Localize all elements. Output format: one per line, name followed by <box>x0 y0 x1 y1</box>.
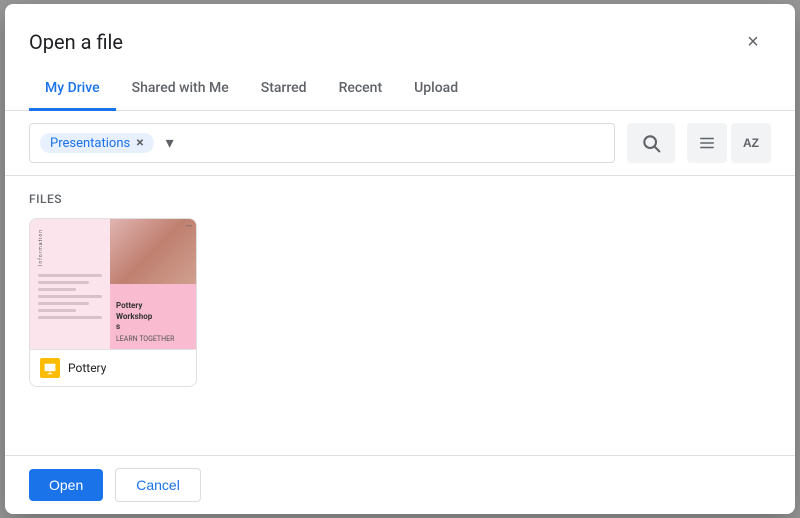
tab-starred[interactable]: Starred <box>245 68 323 111</box>
toolbar: Presentations × ▾ AZ <box>5 111 795 176</box>
dialog-footer: Open Cancel <box>5 455 795 514</box>
thumb-line <box>38 281 89 284</box>
tab-shared-with-me[interactable]: Shared with Me <box>116 68 245 111</box>
filter-chip-label: Presentations <box>50 136 130 151</box>
dialog-title: Open a file <box>29 30 123 54</box>
content-area: Files Information <box>5 176 795 455</box>
file-type-icon <box>40 358 60 378</box>
open-button[interactable]: Open <box>29 469 103 501</box>
filter-chip-presentations: Presentations × <box>40 133 154 153</box>
thumb-line <box>38 288 76 291</box>
slides-icon <box>43 361 57 375</box>
sort-icon: AZ <box>743 136 759 150</box>
thumb-side-text: Information <box>38 229 102 266</box>
thumb-subtitle: LEARN TOGETHER <box>116 335 190 343</box>
search-icon <box>641 133 661 153</box>
thumb-right: PotteryWorkshops LEARN TOGETHER ••• <box>110 219 196 349</box>
tab-upload[interactable]: Upload <box>398 68 474 111</box>
list-icon <box>698 134 716 152</box>
thumb-text-area: PotteryWorkshops LEARN TOGETHER <box>116 301 190 343</box>
tab-recent[interactable]: Recent <box>323 68 399 111</box>
filter-input[interactable]: Presentations × ▾ <box>29 123 615 163</box>
thumb-line <box>38 302 89 305</box>
search-button[interactable] <box>627 123 675 163</box>
file-card-pottery[interactable]: Information PotteryWorkshops LEAR <box>29 218 197 387</box>
close-button[interactable]: × <box>735 24 771 60</box>
thumb-left: Information <box>30 219 110 349</box>
tab-my-drive[interactable]: My Drive <box>29 68 116 111</box>
cancel-button[interactable]: Cancel <box>115 468 201 502</box>
filter-chip-remove[interactable]: × <box>136 135 143 151</box>
files-section-label: Files <box>29 192 771 206</box>
dialog-header: Open a file × <box>5 4 795 60</box>
list-view-button[interactable] <box>687 123 727 163</box>
tabs-bar: My Drive Shared with Me Starred Recent U… <box>5 68 795 111</box>
files-grid: Information PotteryWorkshops LEAR <box>29 218 771 387</box>
thumb-line <box>38 295 102 298</box>
thumb-title: PotteryWorkshops <box>116 301 190 332</box>
thumb-line <box>38 309 76 312</box>
sort-button[interactable]: AZ <box>731 123 771 163</box>
thumb-photo <box>110 219 196 284</box>
filter-dropdown-button[interactable]: ▾ <box>162 133 178 153</box>
thumb-line <box>38 316 102 319</box>
file-footer: Pottery <box>30 349 196 386</box>
thumb-line <box>38 274 102 277</box>
thumb-dots: ••• <box>186 223 192 230</box>
file-name: Pottery <box>68 361 106 375</box>
open-file-dialog: Open a file × My Drive Shared with Me St… <box>5 4 795 514</box>
view-controls: AZ <box>687 123 771 163</box>
file-thumbnail: Information PotteryWorkshops LEAR <box>30 219 196 349</box>
